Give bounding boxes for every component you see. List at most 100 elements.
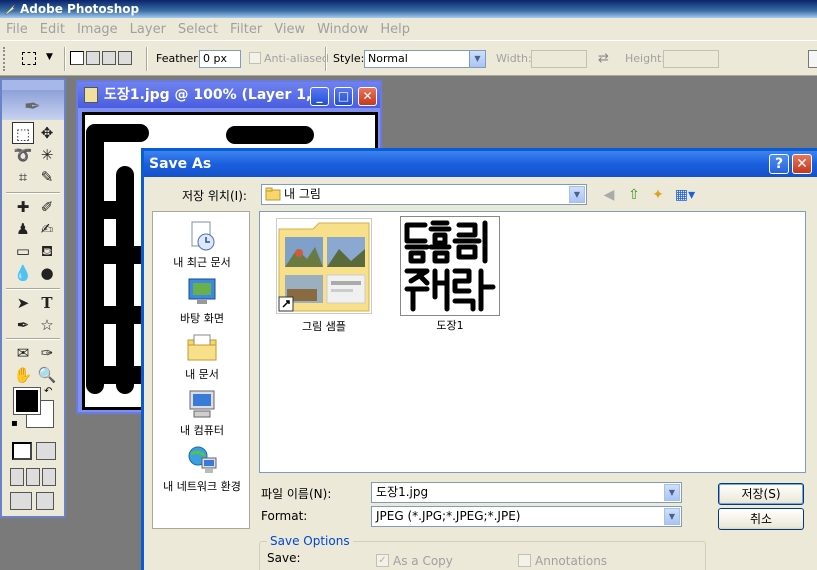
quick-mask-icon[interactable] (36, 442, 56, 460)
swap-colors-icon[interactable]: ↶ (44, 386, 52, 397)
shape-tool-icon[interactable]: ☆ (36, 314, 58, 336)
app-title-bar: Adobe Photoshop (0, 0, 817, 18)
stamp-tool-icon[interactable]: ♟ (12, 218, 34, 240)
my-computer-icon (186, 388, 218, 420)
chevron-down-icon: ▼ (46, 52, 53, 62)
place-my-computer[interactable]: 내 컴퓨터 (153, 388, 251, 438)
zoom-tool-icon[interactable]: 🔍 (36, 364, 58, 386)
toolbox: ✒ ⬚ ✥ ➰ ✳ ⌗ ✎ ✚ ✐ ♟ ✍ ▭ ⛾ 💧 ● ➤ T ✒ ☆ ✉ … (0, 78, 66, 518)
tool-preset-picker[interactable]: ▼ (18, 49, 62, 69)
checkbox-icon[interactable] (36, 492, 54, 510)
path-select-icon[interactable]: ➤ (12, 292, 34, 314)
menu-view[interactable]: View (268, 22, 311, 37)
new-folder-icon[interactable]: ✦ (649, 186, 667, 204)
jump-to-imageready-icon[interactable] (10, 492, 32, 510)
place-desktop[interactable]: 바탕 화면 (153, 276, 251, 326)
style-value: Normal (368, 52, 408, 65)
place-label: 내 문서 (185, 368, 219, 381)
selection-mode-buttons (70, 51, 136, 67)
format-select[interactable]: JPEG (*.JPG;*.JPEG;*.JPE) ▼ (371, 506, 682, 527)
menu-filter[interactable]: Filter (224, 22, 268, 37)
file-item-image[interactable]: 도장1 (400, 216, 500, 333)
move-tool-icon[interactable]: ✥ (36, 122, 58, 144)
menu-help[interactable]: Help (374, 22, 416, 37)
menu-edit[interactable]: Edit (34, 22, 71, 37)
screen-mode-full-menu-icon[interactable] (26, 468, 40, 486)
annotations-checkbox[interactable] (518, 554, 531, 567)
back-icon[interactable]: ◀ (600, 186, 618, 204)
help-button[interactable]: ? (769, 154, 789, 174)
palette-well[interactable] (808, 50, 817, 68)
save-in-value: 내 그림 (284, 187, 321, 201)
image-window-titlebar[interactable]: 도장1.jpg @ 100% (Layer 1,... _ □ ✕ (78, 82, 380, 108)
pen-tool-icon[interactable]: ✒ (12, 314, 34, 336)
filename-input[interactable]: 도장1.jpg ▼ (371, 482, 682, 503)
menu-select[interactable]: Select (172, 22, 224, 37)
place-label: 내 컴퓨터 (180, 424, 224, 437)
subtract-selection-icon[interactable] (102, 51, 116, 65)
file-list[interactable]: 그림 샘플 도장1 (259, 211, 806, 473)
as-copy-checkbox[interactable]: ✓ (376, 554, 389, 567)
file-item-folder[interactable]: 그림 샘플 (276, 218, 372, 334)
menu-bar: File Edit Image Layer Select Filter View… (0, 18, 817, 40)
healing-brush-icon[interactable]: ✚ (12, 196, 34, 218)
history-brush-icon[interactable]: ✍ (36, 218, 58, 240)
hand-tool-icon[interactable]: ✋ (12, 364, 34, 386)
save-button[interactable]: 저장(S) (718, 483, 804, 505)
minimize-button[interactable]: _ (310, 87, 329, 106)
recent-documents-icon (186, 220, 218, 252)
image-window-title: 도장1.jpg @ 100% (Layer 1,... (104, 87, 328, 103)
dialog-titlebar[interactable]: Save As (144, 151, 817, 177)
menu-layer[interactable]: Layer (124, 22, 172, 37)
toolbox-logo[interactable]: ✒ (2, 90, 64, 120)
slice-tool-icon[interactable]: ✎ (36, 166, 58, 188)
crop-tool-icon[interactable]: ⌗ (12, 166, 34, 188)
brush-tool-icon[interactable]: ✐ (36, 196, 58, 218)
add-selection-icon[interactable] (86, 51, 100, 65)
type-tool-icon[interactable]: T (36, 292, 58, 314)
default-colors-icon[interactable]: ▪ (11, 418, 18, 429)
paint-bucket-icon[interactable]: ⛾ (36, 240, 58, 262)
new-selection-icon[interactable] (70, 51, 84, 65)
antialiased-checkbox[interactable] (249, 52, 261, 64)
view-menu-icon[interactable]: ▦▾ (672, 186, 698, 204)
options-grip[interactable] (3, 47, 7, 71)
dialog-close-button[interactable]: ✕ (792, 154, 812, 174)
up-folder-icon[interactable]: ⇧ (625, 186, 643, 204)
place-recent[interactable]: 내 최근 문서 (153, 220, 251, 270)
blur-tool-icon[interactable]: 💧 (12, 262, 34, 284)
marquee-tool-icon[interactable]: ⬚ (12, 122, 34, 144)
screen-mode-standard-icon[interactable] (10, 468, 24, 486)
menu-image[interactable]: Image (71, 22, 124, 37)
cancel-button[interactable]: 취소 (718, 508, 804, 530)
standard-mode-icon[interactable] (12, 442, 32, 460)
foreground-color-swatch[interactable] (13, 387, 41, 415)
maximize-button[interactable]: □ (334, 87, 353, 106)
intersect-selection-icon[interactable] (118, 51, 132, 65)
place-network[interactable]: 내 네트워크 환경 (153, 444, 251, 494)
close-button[interactable]: ✕ (358, 87, 377, 106)
feather-input[interactable]: 0 px (199, 50, 241, 68)
magic-wand-icon[interactable]: ✳ (36, 144, 58, 166)
swap-icon[interactable]: ⇄ (598, 51, 609, 66)
toolbox-header[interactable] (2, 80, 64, 90)
style-select[interactable]: Normal ▼ (364, 50, 486, 68)
menu-window[interactable]: Window (311, 22, 374, 37)
photoshop-feather-icon (4, 3, 16, 15)
eraser-tool-icon[interactable]: ▭ (12, 240, 34, 262)
dodge-tool-icon[interactable]: ● (36, 262, 58, 284)
height-input[interactable] (663, 50, 719, 68)
lasso-tool-icon[interactable]: ➰ (12, 144, 34, 166)
rect-marquee-icon (22, 52, 36, 65)
width-input[interactable] (531, 50, 587, 68)
notes-tool-icon[interactable]: ✉ (12, 342, 34, 364)
save-in-combo[interactable]: 내 그림 ▼ (261, 184, 587, 205)
eyedropper-icon[interactable]: ✑ (36, 342, 58, 364)
chevron-down-icon: ▼ (569, 186, 585, 203)
menu-file[interactable]: File (0, 22, 34, 37)
place-my-documents[interactable]: 내 문서 (153, 332, 251, 382)
options-bar: ▼ Feather: 0 px Anti-aliased Style: Norm… (0, 40, 817, 76)
screen-mode-full-icon[interactable] (42, 468, 56, 486)
file-label: 그림 샘플 (302, 320, 346, 333)
separator (325, 47, 327, 71)
